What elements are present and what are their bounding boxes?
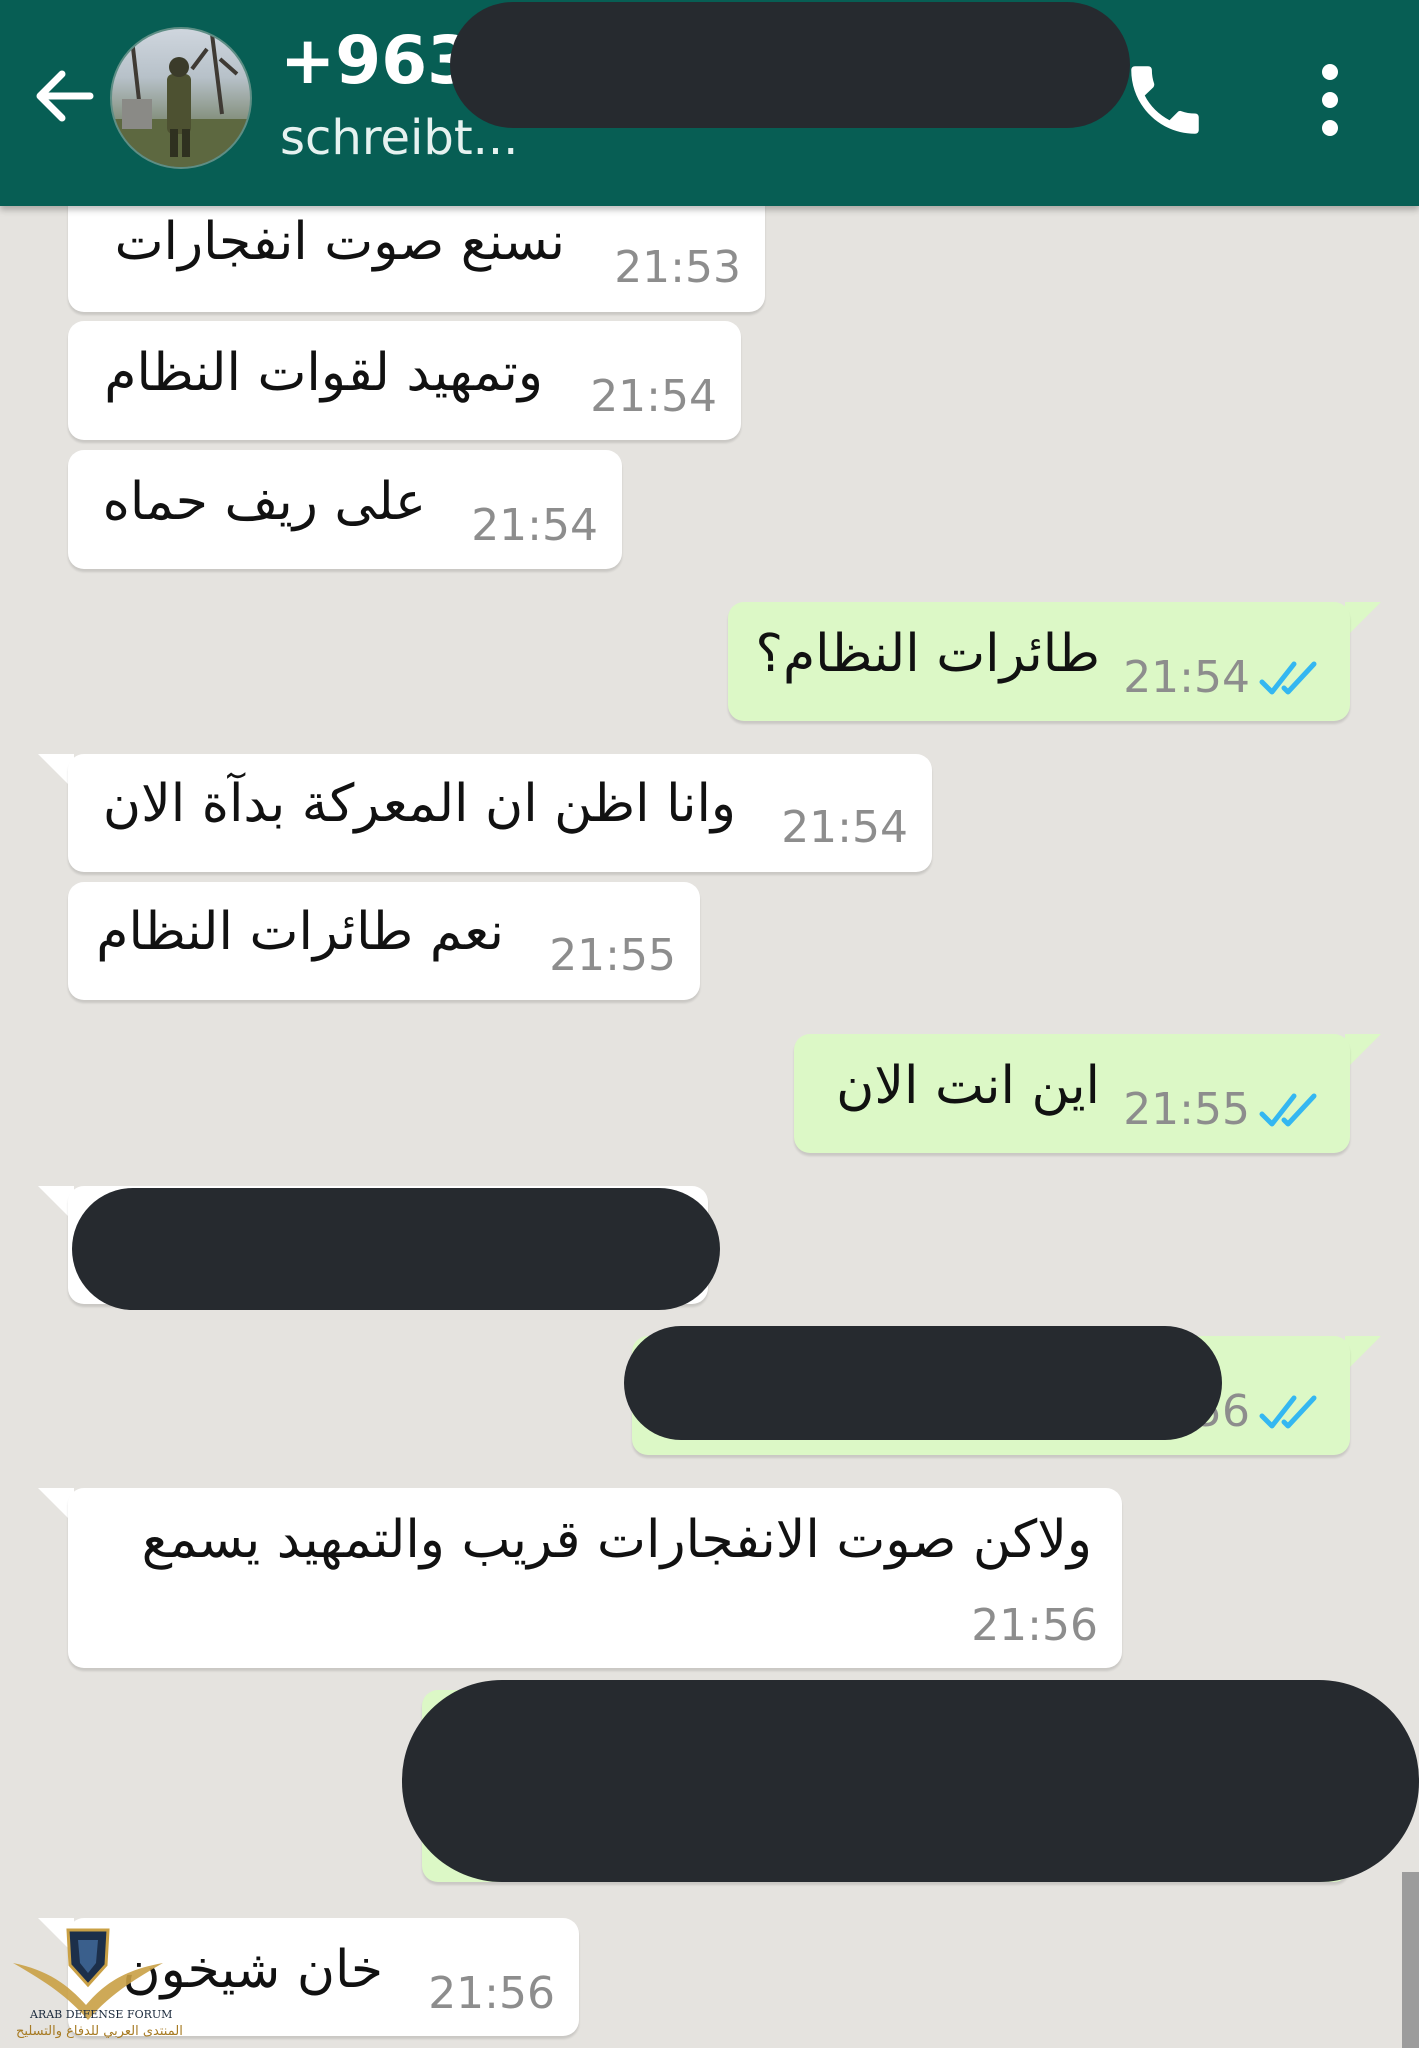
message-text: ولاكن صوت الانفجارات قريب والتمهيد يسمع: [141, 1510, 1092, 1570]
chat-header: +963 schreibt...: [0, 0, 1419, 206]
read-ticks-icon: [1259, 1093, 1317, 1127]
message-time: 21:54: [590, 371, 717, 422]
message-bubble-incoming[interactable]: ولاكن صوت الانفجارات قريب والتمهيد يسمع …: [68, 1488, 1122, 1668]
message-time: 21:54: [1123, 652, 1250, 703]
message-bubble-outgoing[interactable]: طائرات النظام؟ 21:54: [728, 602, 1350, 721]
message-time: 21:54: [471, 500, 598, 551]
bubble-tail: [1345, 602, 1381, 638]
message-bubble-outgoing[interactable]: اين انت الان 21:55: [794, 1034, 1350, 1153]
message-text: نسنع صوت انفجارات: [114, 212, 565, 272]
message-bubble-incoming[interactable]: نعم طائرات النظام 21:55: [68, 882, 700, 1000]
avatar-photo: [112, 33, 250, 167]
contact-name[interactable]: +963: [280, 22, 473, 99]
message-time: 21:55: [549, 930, 676, 981]
watermark-name: ARAB DEFENSE FORUM: [30, 2008, 173, 2021]
message-bubble-incoming[interactable]: وتمهيد لقوات النظام 21:54: [68, 321, 741, 440]
message-text: اين انت الان: [836, 1056, 1100, 1116]
bubble-tail: [1345, 1034, 1381, 1070]
message-text: طائرات النظام؟: [755, 624, 1100, 684]
bubble-tail: [1345, 1336, 1381, 1372]
message-time: 21:55: [1123, 1084, 1250, 1135]
message-time: 21:56: [428, 1968, 555, 2019]
redacted-name: [450, 2, 1130, 128]
message-bubble-incoming[interactable]: على ريف حماه 21:54: [68, 450, 622, 569]
message-time: 21:54: [781, 802, 908, 853]
message-bubble-incoming[interactable]: نسنع صوت انفجارات 21:53: [68, 190, 765, 312]
message-text: نعم طائرات النظام: [96, 902, 504, 962]
avatar[interactable]: [110, 27, 252, 169]
read-ticks-icon: [1259, 1395, 1317, 1429]
message-text: وتمهيد لقوات النظام: [104, 343, 543, 403]
arrow-left-icon[interactable]: [28, 60, 100, 132]
redacted-message: [72, 1188, 720, 1310]
phone-icon[interactable]: [1120, 55, 1210, 145]
watermark-arabic: المنتدى العربي للدفاع والتسليح: [16, 2024, 183, 2039]
message-text: على ريف حماه: [102, 472, 426, 532]
more-vert-icon[interactable]: [1310, 60, 1350, 140]
message-text: وانا اظن ان المعركة بدآة الان: [102, 774, 736, 834]
redacted-message: [624, 1326, 1222, 1440]
redacted-message: [402, 1680, 1419, 1882]
read-ticks-icon: [1259, 661, 1317, 695]
message-time: 21:53: [614, 242, 741, 293]
scrollbar[interactable]: [1402, 1872, 1419, 2048]
message-time: 21:56: [971, 1600, 1098, 1651]
message-bubble-incoming[interactable]: وانا اظن ان المعركة بدآة الان 21:54: [68, 754, 932, 872]
